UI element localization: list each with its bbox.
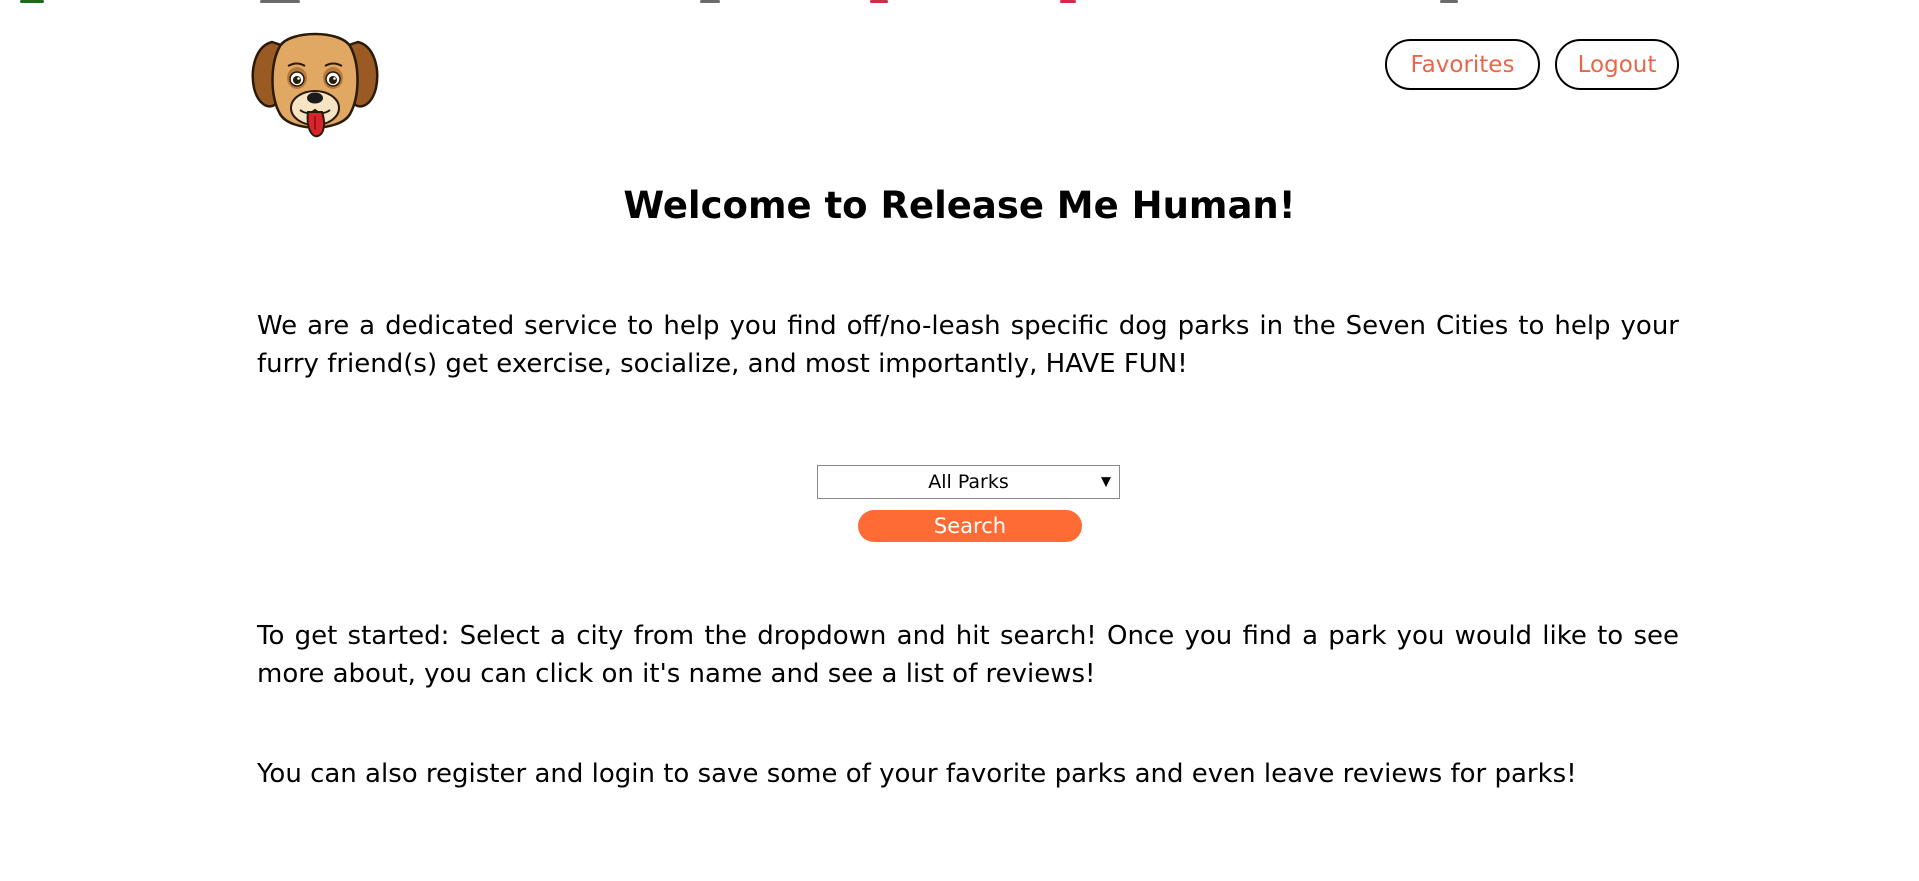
intro-paragraph: We are a dedicated service to help you f… xyxy=(257,311,1679,379)
dog-logo[interactable] xyxy=(250,24,380,142)
city-select[interactable]: All Parks ▼ xyxy=(817,465,1120,499)
dropdown-arrow-icon: ▼ xyxy=(1101,474,1111,490)
site-header: Favorites Logout xyxy=(0,0,1919,150)
page: Favorites Logout Welcome to Release Me H… xyxy=(0,0,1919,881)
instructions-paragraph: To get started: Select a city from the d… xyxy=(257,621,1679,689)
city-select-value: All Parks xyxy=(928,471,1009,493)
favorites-button[interactable]: Favorites xyxy=(1385,39,1540,90)
search-button[interactable]: Search xyxy=(858,510,1082,542)
park-search-form: All Parks ▼ Search xyxy=(0,465,1919,545)
register-note-paragraph: You can also register and login to save … xyxy=(257,759,1577,789)
logout-button[interactable]: Logout xyxy=(1555,39,1679,90)
page-title: Welcome to Release Me Human! xyxy=(623,184,1296,227)
dog-face-icon xyxy=(251,32,379,138)
